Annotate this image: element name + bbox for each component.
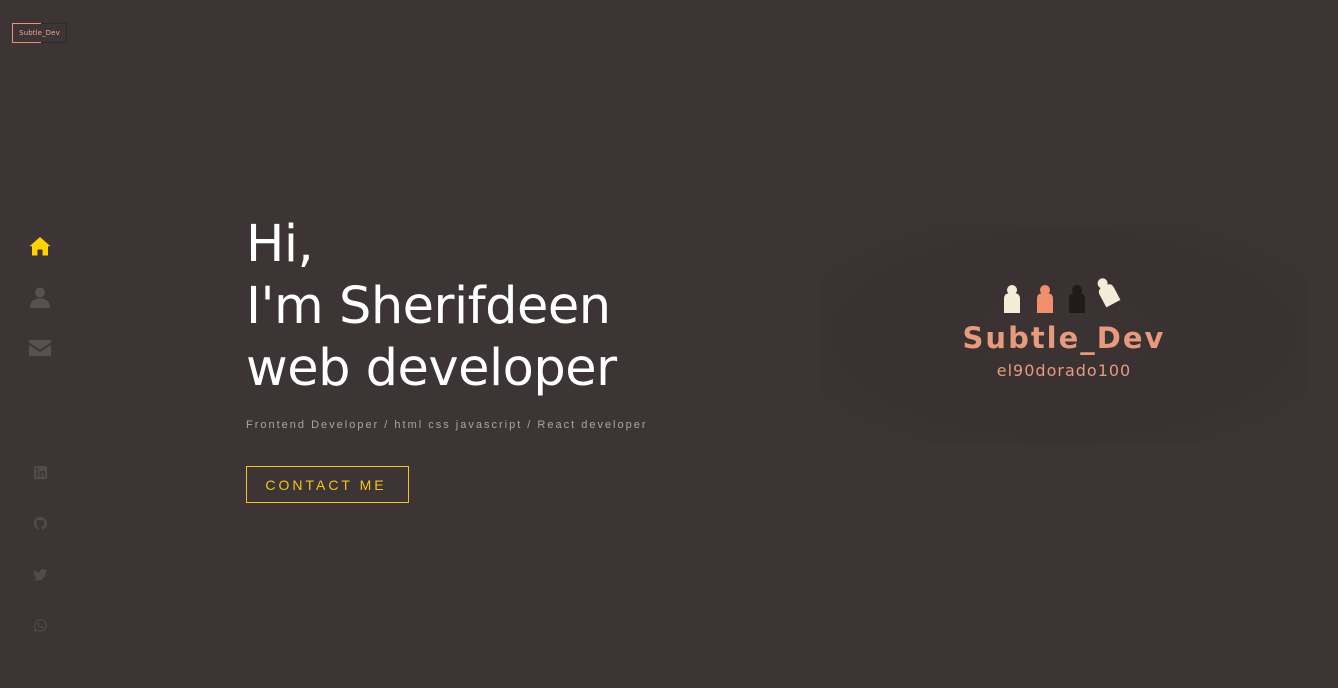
contact-me-button[interactable]: CONTACT ME bbox=[246, 466, 409, 503]
hero-heading: Hi, I'm Sherifdeen web developer bbox=[246, 214, 806, 400]
logo-text: Subtle_Dev bbox=[19, 29, 60, 37]
figures-icon bbox=[1004, 278, 1121, 313]
brand-logo-image: Subtle_Dev el90dorado100 bbox=[820, 225, 1308, 445]
hero-tagline: Frontend Developer / html css javascript… bbox=[246, 419, 648, 431]
twitter-icon bbox=[32, 568, 47, 581]
brand-handle: el90dorado100 bbox=[996, 361, 1132, 380]
github-link[interactable] bbox=[32, 515, 48, 531]
user-icon bbox=[30, 287, 50, 308]
nav-home-link[interactable] bbox=[28, 234, 52, 258]
brand-name: Subtle_Dev bbox=[962, 321, 1166, 355]
envelope-icon bbox=[29, 340, 51, 356]
linkedin-icon bbox=[33, 465, 47, 479]
nav-contact-link[interactable] bbox=[28, 336, 52, 360]
github-icon bbox=[33, 516, 47, 530]
site-logo[interactable]: Subtle_Dev bbox=[12, 23, 67, 43]
nav-about-link[interactable] bbox=[28, 285, 52, 309]
whatsapp-link[interactable] bbox=[32, 617, 48, 633]
whatsapp-icon bbox=[33, 618, 47, 632]
linkedin-link[interactable] bbox=[32, 464, 48, 480]
twitter-link[interactable] bbox=[32, 566, 48, 582]
hero-name: I'm Sherifdeen bbox=[246, 277, 611, 336]
hero-role: web developer bbox=[246, 339, 617, 398]
page: Subtle_Dev Hi, I'm Sherifdeen web develo… bbox=[0, 0, 1338, 688]
home-icon bbox=[29, 237, 51, 256]
hero-greeting: Hi, bbox=[246, 215, 314, 274]
